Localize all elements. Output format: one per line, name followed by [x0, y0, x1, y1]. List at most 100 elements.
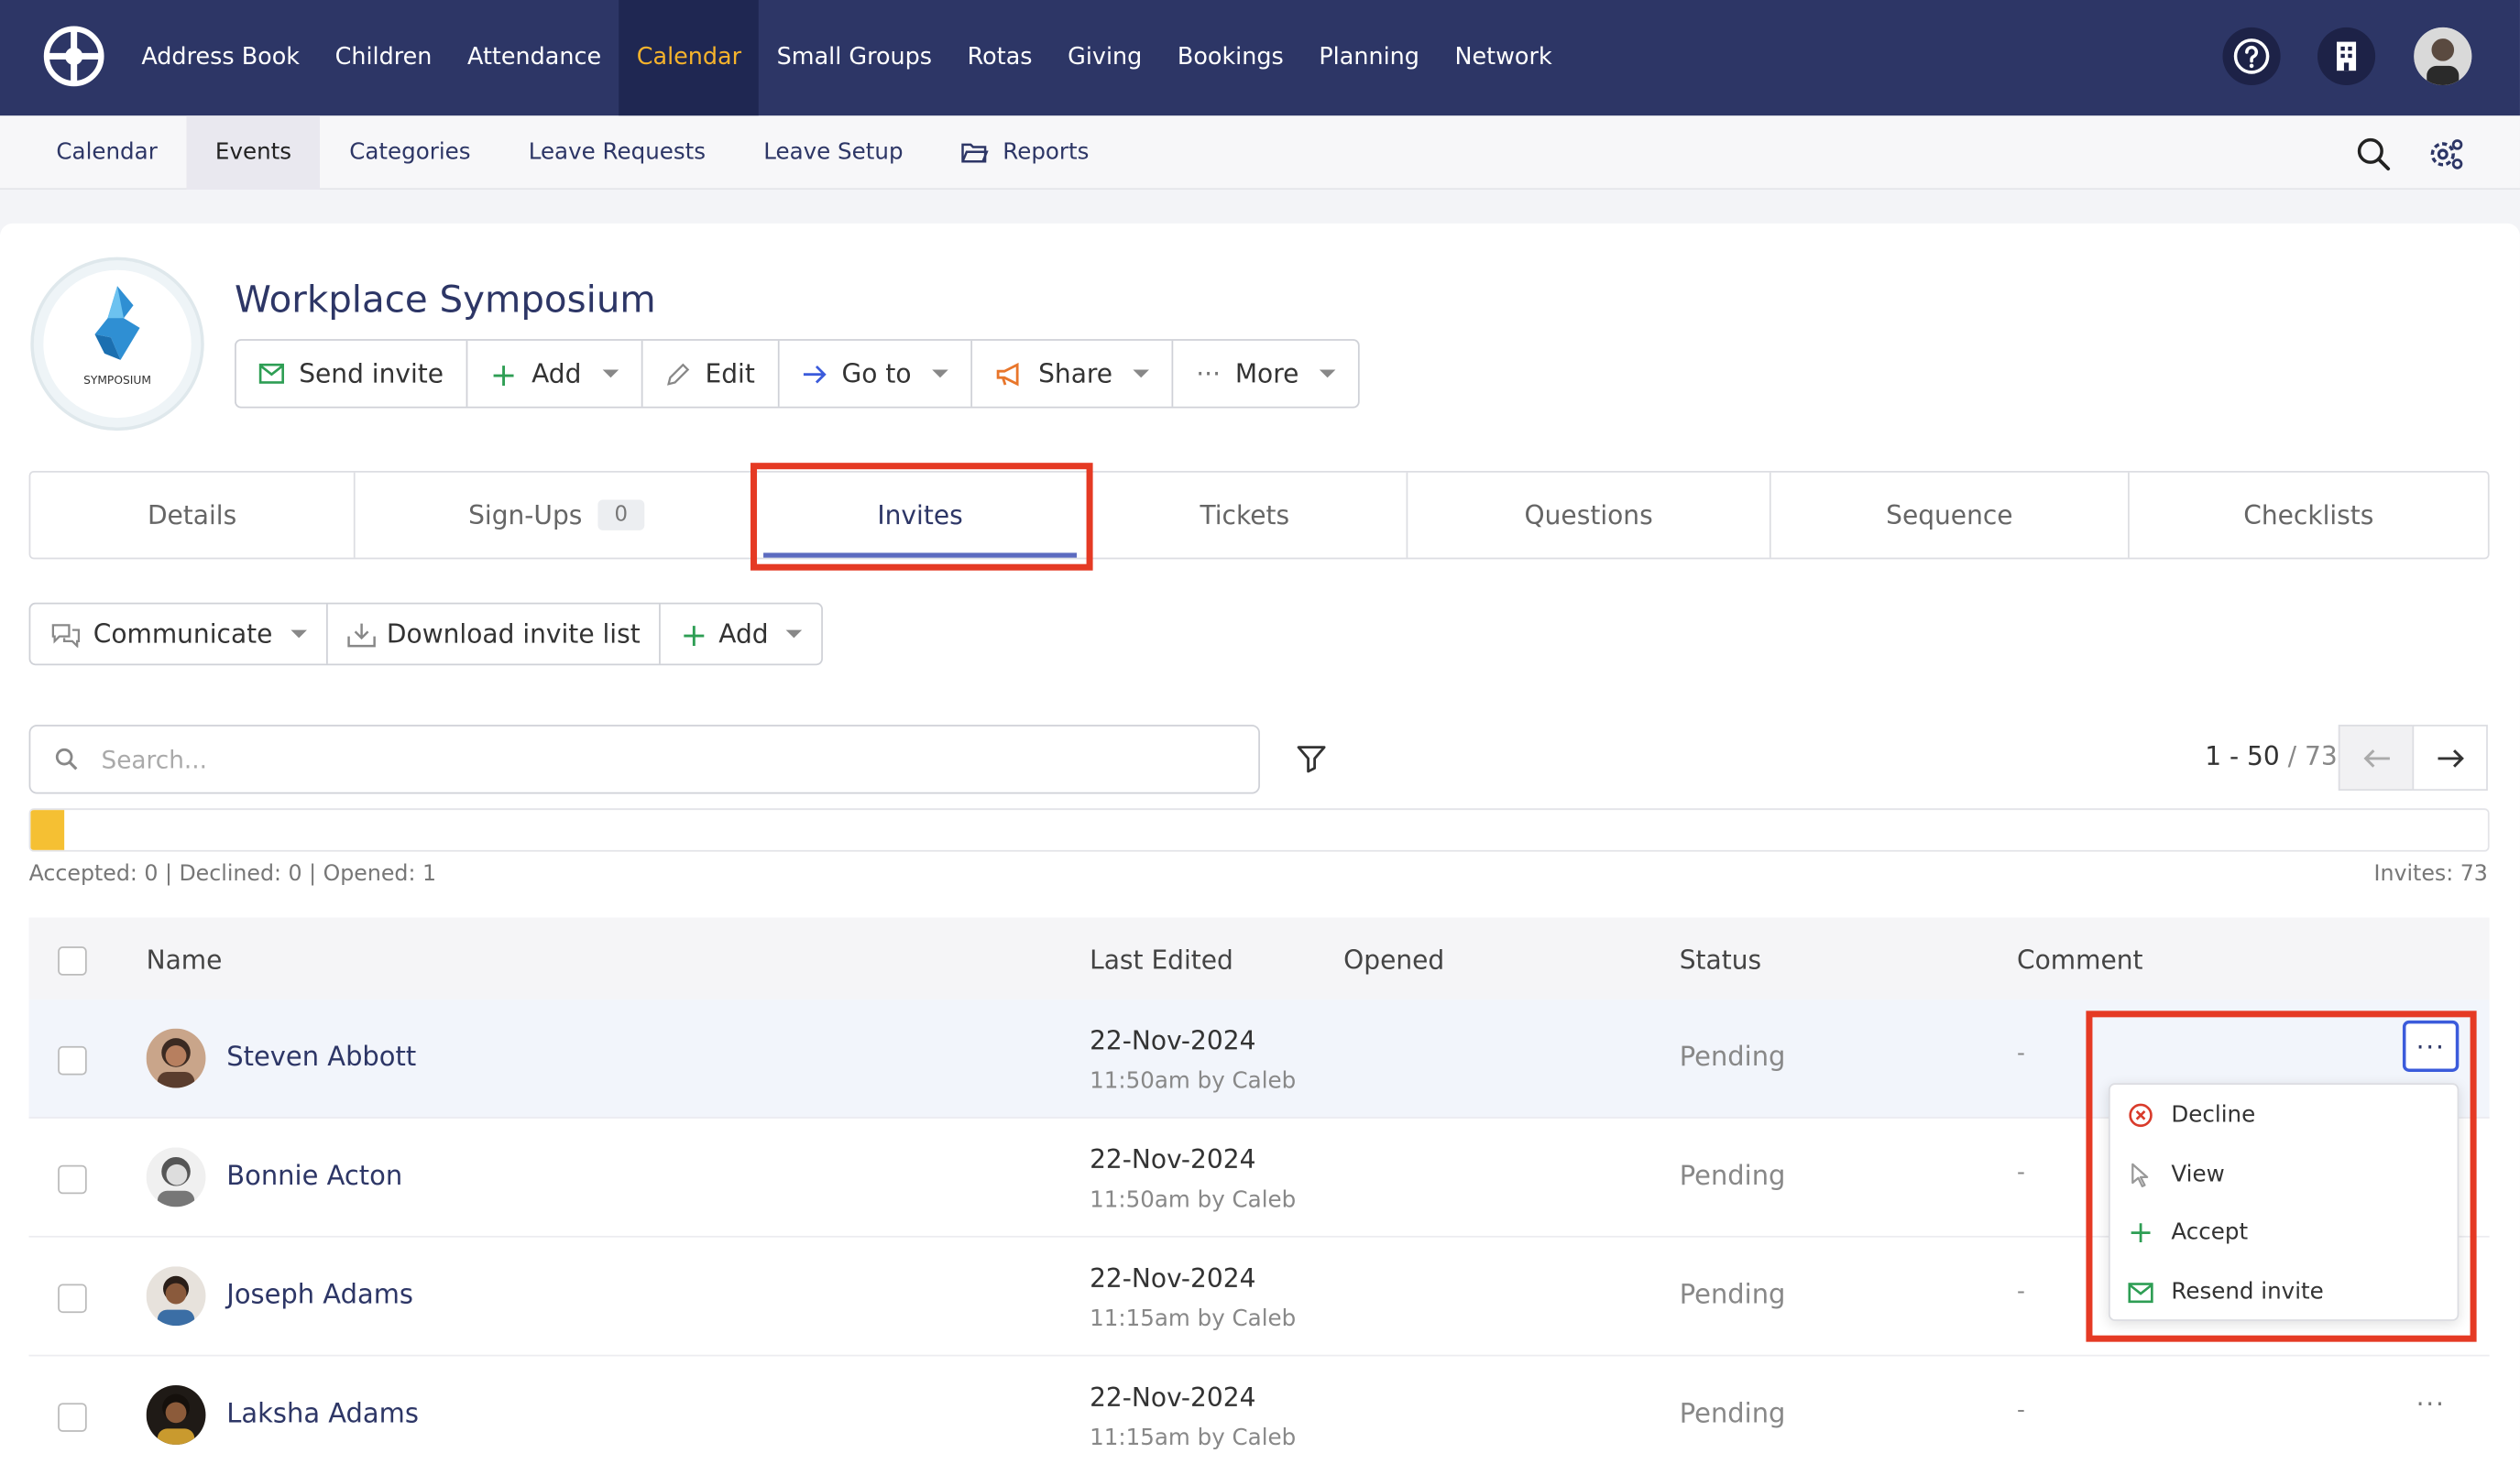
- nav-bookings[interactable]: Bookings: [1160, 0, 1301, 115]
- subnav-reports-label: Reports: [1003, 139, 1090, 166]
- tab-tickets[interactable]: Tickets: [1083, 472, 1408, 558]
- invite-progress-bar: [28, 808, 2490, 852]
- add-invitee-button[interactable]: + Add: [662, 605, 822, 664]
- signups-count-badge: 0: [597, 499, 644, 530]
- row-checkbox[interactable]: [58, 1403, 87, 1432]
- subnav-calendar[interactable]: Calendar: [27, 115, 187, 190]
- more-button[interactable]: ··· More: [1174, 341, 1359, 407]
- invitee-name[interactable]: Steven Abbott: [226, 1042, 416, 1072]
- add-button[interactable]: + Add: [467, 340, 643, 407]
- header-comment[interactable]: Comment: [2017, 945, 2142, 975]
- tab-signups[interactable]: Sign-Ups 0: [356, 473, 757, 558]
- chat-icon: [51, 623, 81, 648]
- event-actions: Send invite + Add Edit Go to Share ··· M…: [235, 339, 1361, 409]
- subnav-leave-requests[interactable]: Leave Requests: [499, 115, 735, 190]
- search-icon[interactable]: [2354, 135, 2393, 173]
- share-button[interactable]: Share: [972, 340, 1174, 407]
- subnav-reports[interactable]: Reports: [932, 115, 1118, 190]
- tab-questions[interactable]: Questions: [1408, 472, 1771, 558]
- invitee-name[interactable]: Joseph Adams: [226, 1279, 413, 1309]
- go-to-button[interactable]: Go to: [779, 340, 973, 407]
- folder-icon: [961, 143, 989, 163]
- nav-address-book[interactable]: Address Book: [124, 0, 317, 115]
- last-edited-date: 22-Nov-2024: [1090, 1382, 1256, 1413]
- table-row[interactable]: Laksha Adams 22-Nov-2024 11:15am by Cale…: [29, 1356, 2490, 1464]
- page-title: Workplace Symposium: [235, 279, 656, 322]
- nav-network[interactable]: Network: [1437, 0, 1570, 115]
- next-page-button[interactable]: [2412, 725, 2488, 792]
- last-edited-by: 11:50am by Caleb: [1090, 1068, 1297, 1095]
- settings-icon[interactable]: [2427, 135, 2465, 173]
- symposium-logo-icon: SYMPOSIUM: [43, 269, 192, 419]
- invitee-name[interactable]: Laksha Adams: [226, 1398, 419, 1428]
- select-all-checkbox[interactable]: [58, 946, 87, 976]
- row-checkbox[interactable]: [58, 1164, 87, 1195]
- header-last-edited[interactable]: Last Edited: [1090, 945, 1233, 975]
- subnav-events[interactable]: Events: [186, 115, 321, 190]
- communicate-button[interactable]: Communicate: [30, 604, 328, 664]
- add-invitee-label: Add: [718, 618, 769, 650]
- nav-calendar[interactable]: Calendar: [619, 0, 760, 116]
- invites-tab-highlight: [751, 463, 1093, 571]
- chevron-down-icon: [932, 369, 948, 378]
- nav-giving[interactable]: Giving: [1050, 0, 1160, 115]
- arrow-right-icon: [2437, 748, 2464, 767]
- more-label: More: [1234, 358, 1299, 389]
- megaphone-icon: [996, 362, 1019, 386]
- chevron-down-icon: [785, 629, 803, 639]
- last-edited-date: 22-Nov-2024: [1090, 1262, 1256, 1295]
- nav-rotas[interactable]: Rotas: [949, 0, 1049, 115]
- header-name[interactable]: Name: [147, 945, 223, 975]
- pencil-icon: [666, 362, 689, 385]
- edit-label: Edit: [705, 358, 755, 389]
- header-opened[interactable]: Opened: [1343, 945, 1444, 975]
- subnav-categories[interactable]: Categories: [321, 115, 499, 190]
- last-edited-by: 11:15am by Caleb: [1090, 1425, 1297, 1451]
- status-text: Pending: [1679, 1041, 1786, 1072]
- nav-planning[interactable]: Planning: [1301, 0, 1437, 115]
- avatar: [146, 1385, 206, 1445]
- send-invite-button[interactable]: Send invite: [236, 340, 468, 407]
- user-avatar[interactable]: [2414, 27, 2472, 85]
- help-button[interactable]: [2222, 27, 2281, 85]
- avatar: [146, 1147, 206, 1207]
- previous-page-button[interactable]: [2338, 725, 2415, 792]
- row-checkbox[interactable]: [58, 1284, 87, 1314]
- download-invite-list-button[interactable]: Download invite list: [327, 604, 662, 664]
- comment-text: -: [2017, 1160, 2025, 1186]
- comment-text: -: [2017, 1041, 2025, 1067]
- avatar: [146, 1266, 206, 1327]
- subnav-leave-setup[interactable]: Leave Setup: [735, 115, 932, 190]
- header-status[interactable]: Status: [1680, 945, 1761, 975]
- tab-checklists[interactable]: Checklists: [2130, 473, 2488, 558]
- nav-children[interactable]: Children: [317, 0, 449, 115]
- invitee-name[interactable]: Bonnie Acton: [226, 1160, 402, 1190]
- add-label: Add: [531, 358, 582, 389]
- organisation-button[interactable]: [2317, 27, 2376, 85]
- edit-button[interactable]: Edit: [642, 340, 780, 407]
- last-edited-date: 22-Nov-2024: [1090, 1143, 1256, 1175]
- arrow-right-icon: [803, 365, 827, 383]
- chevron-down-icon: [1320, 369, 1336, 378]
- search-input[interactable]: [101, 742, 1227, 778]
- top-nav: Address Book Children Attendance Calenda…: [0, 0, 2520, 116]
- table-header: Name Last Edited Opened Status Comment: [28, 917, 2490, 1000]
- app-logo-icon[interactable]: [42, 24, 106, 88]
- row-actions-button[interactable]: ···: [2403, 1377, 2459, 1428]
- nav-small-groups[interactable]: Small Groups: [759, 0, 949, 115]
- comment-text: -: [2017, 1398, 2025, 1425]
- comment-text: -: [2017, 1279, 2025, 1306]
- tab-details[interactable]: Details: [30, 472, 356, 558]
- filter-icon[interactable]: [1296, 742, 1328, 774]
- event-logo: SYMPOSIUM: [30, 257, 204, 432]
- status-text: Pending: [1679, 1279, 1786, 1310]
- arrow-left-icon: [2362, 748, 2390, 767]
- row-checkbox[interactable]: [58, 1045, 87, 1076]
- status-text: Pending: [1679, 1160, 1786, 1191]
- invites-count: Invites: 73: [2373, 861, 2488, 888]
- tab-sequence[interactable]: Sequence: [1771, 472, 2130, 558]
- event-logo-text: SYMPOSIUM: [83, 374, 151, 387]
- event-tabs: Details Sign-Ups 0 Invites Tickets Quest…: [28, 470, 2490, 560]
- last-edited-by: 11:50am by Caleb: [1090, 1187, 1297, 1214]
- nav-attendance[interactable]: Attendance: [450, 0, 619, 115]
